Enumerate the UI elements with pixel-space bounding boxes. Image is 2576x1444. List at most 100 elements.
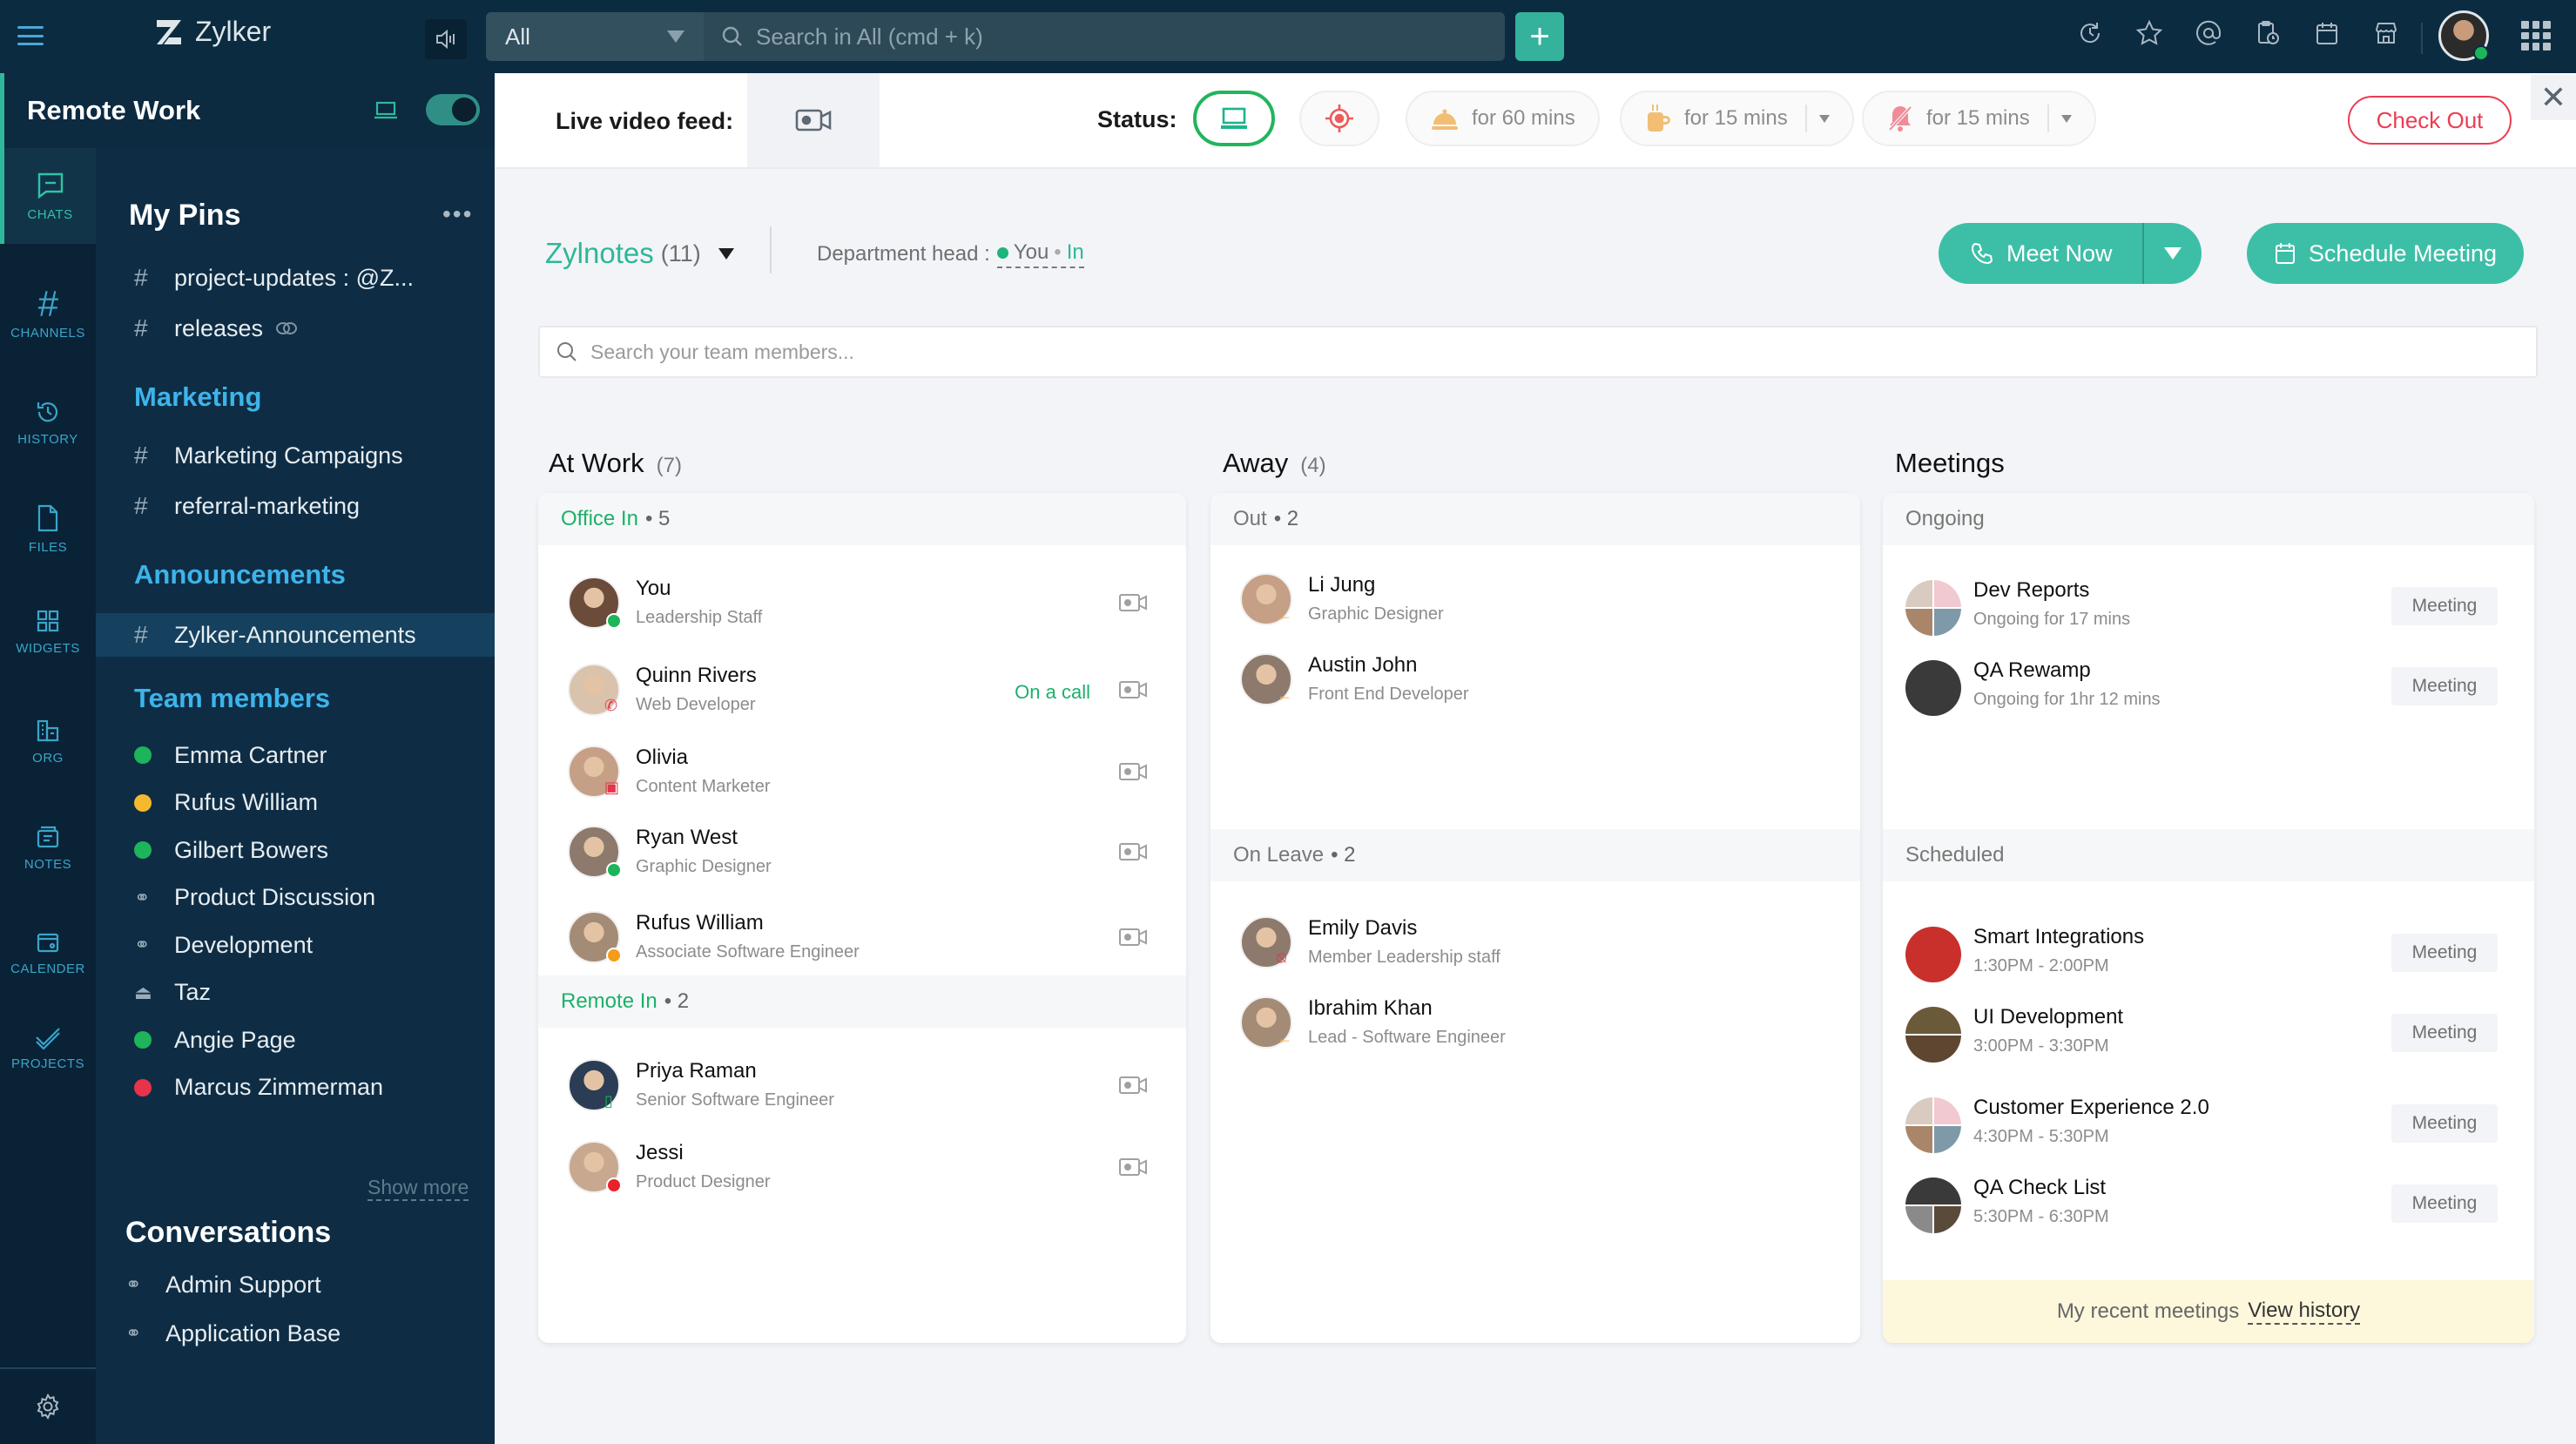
- meet-now-main[interactable]: Meet Now: [1939, 223, 2142, 284]
- person-row[interactable]: ← Ibrahim Khan Lead - Software Engineer: [1210, 988, 1860, 1057]
- star-icon[interactable]: [2132, 16, 2167, 51]
- conversation-item[interactable]: ⚭ Application Base: [125, 1312, 486, 1355]
- meeting-row[interactable]: QA Check List 5:30PM - 6:30PM Meeting: [1883, 1171, 2534, 1240]
- add-button[interactable]: +: [1515, 12, 1564, 61]
- meeting-row[interactable]: UI Development 3:00PM - 3:30PM Meeting: [1883, 1000, 2534, 1070]
- person-row[interactable]: ▣ Olivia Content Marketer: [538, 737, 1186, 806]
- person-row[interactable]: Jessi Product Designer: [538, 1132, 1186, 1202]
- pin-item[interactable]: # project-updates : @Z...: [134, 256, 495, 300]
- dept-head-value[interactable]: You • In: [996, 240, 1084, 268]
- channel-item-selected[interactable]: # Zylker-Announcements: [96, 613, 495, 657]
- section-announcements[interactable]: Announcements: [134, 559, 346, 590]
- clipboard-clock-icon[interactable]: [2250, 16, 2285, 51]
- status-focus[interactable]: [1299, 91, 1379, 146]
- pin-item[interactable]: # releases: [134, 307, 495, 350]
- rail-item-notes[interactable]: NOTES: [0, 800, 96, 895]
- status-do-not-disturb[interactable]: for 15 mins: [1862, 91, 2096, 146]
- speaker-button[interactable]: [425, 19, 467, 59]
- show-more-link[interactable]: Show more: [368, 1176, 469, 1201]
- meeting-row[interactable]: Smart Integrations 1:30PM - 2:00PM Meeting: [1883, 920, 2534, 989]
- team-member-item[interactable]: Gilbert Bowers: [134, 828, 495, 872]
- join-meeting-button[interactable]: Meeting: [2391, 667, 2498, 705]
- section-team-members[interactable]: Team members: [134, 683, 330, 714]
- meeting-row[interactable]: QA Rewamp Ongoing for 1hr 12 mins Meeting: [1883, 653, 2534, 723]
- check-out-button[interactable]: Check Out: [2348, 96, 2512, 145]
- team-member-item[interactable]: Angie Page: [134, 1018, 495, 1062]
- person-row[interactable]: ← Li Jung Graphic Designer: [1210, 564, 1860, 634]
- live-video-button[interactable]: [747, 73, 880, 167]
- remote-work-toggle[interactable]: [426, 94, 480, 125]
- history-icon[interactable]: [2073, 16, 2107, 51]
- settings-button[interactable]: [0, 1367, 96, 1444]
- rail-item-projects[interactable]: PROJECTS: [0, 1000, 96, 1096]
- join-meeting-button[interactable]: Meeting: [2391, 934, 2498, 972]
- close-icon[interactable]: ✕: [2531, 75, 2576, 120]
- video-call-button[interactable]: [1118, 1075, 1148, 1100]
- laptop-icon[interactable]: [374, 101, 398, 120]
- team-search-input[interactable]: [590, 340, 2506, 364]
- person-role: Graphic Designer: [636, 857, 772, 876]
- search-scope-select[interactable]: All: [486, 12, 704, 61]
- video-call-button[interactable]: [1118, 592, 1148, 617]
- global-search-input[interactable]: [756, 23, 1453, 51]
- team-member-item[interactable]: Rufus William: [134, 781, 495, 825]
- team-selector[interactable]: Zylnotes (11): [545, 237, 734, 270]
- section-marketing[interactable]: Marketing: [134, 381, 261, 413]
- global-search[interactable]: [704, 12, 1505, 61]
- team-search[interactable]: [538, 326, 2538, 378]
- rail-item-calender[interactable]: CALENDER: [0, 904, 96, 1000]
- video-call-button[interactable]: [1118, 927, 1148, 952]
- menu-icon[interactable]: [17, 23, 44, 49]
- more-options-icon[interactable]: •••: [442, 200, 473, 228]
- person-role: Front End Developer: [1308, 685, 1469, 704]
- team-member-item[interactable]: ⚭ Product Discussion: [134, 876, 495, 920]
- person-row[interactable]: You Leadership Staff: [538, 568, 1186, 638]
- meet-now-dropdown[interactable]: [2142, 223, 2202, 284]
- person-role: Content Marketer: [636, 777, 771, 796]
- team-member-item[interactable]: ⚭ Development: [134, 923, 495, 967]
- video-call-button[interactable]: [1118, 841, 1148, 867]
- projects-icon: [36, 1027, 60, 1049]
- person-row[interactable]: ▯ Priya Raman Senior Software Engineer: [538, 1050, 1186, 1120]
- meeting-row[interactable]: Customer Experience 2.0 4:30PM - 5:30PM Me…: [1883, 1090, 2534, 1160]
- person-row[interactable]: Ryan West Graphic Designer: [538, 817, 1186, 887]
- calendar-icon[interactable]: [2310, 16, 2344, 51]
- video-call-button[interactable]: [1118, 679, 1148, 705]
- store-icon[interactable]: [2369, 16, 2404, 51]
- chevron-down-icon[interactable]: [2060, 114, 2072, 123]
- team-member-item[interactable]: Emma Cartner: [134, 733, 495, 777]
- out-status-icon: ←: [1277, 1029, 1292, 1047]
- channel-item[interactable]: # referral-marketing: [134, 484, 495, 528]
- rail-item-widgets[interactable]: WIDGETS: [0, 584, 96, 679]
- person-row[interactable]: ⍉ Emily Davis Member Leadership staff: [1210, 908, 1860, 977]
- mention-icon[interactable]: [2191, 16, 2226, 51]
- person-row[interactable]: ✆ Quinn Rivers Web Developer On a call: [538, 655, 1186, 725]
- app-grid-icon[interactable]: [2521, 21, 2551, 51]
- join-meeting-button[interactable]: Meeting: [2391, 1014, 2498, 1052]
- at-work-card: Office In • 5 You Leadership Staff ✆ Quinn …: [538, 493, 1186, 1343]
- rail-item-chats[interactable]: CHATS: [0, 148, 96, 244]
- video-call-button[interactable]: [1118, 761, 1148, 786]
- team-member-item[interactable]: ⏏ Taz: [134, 971, 495, 1015]
- status-in-office[interactable]: [1193, 91, 1275, 146]
- rail-item-history[interactable]: HISTORY: [0, 374, 96, 470]
- conversation-item[interactable]: ⚭ Admin Support: [125, 1263, 486, 1306]
- team-member-item[interactable]: Marcus Zimmerman: [134, 1066, 495, 1110]
- view-history-link[interactable]: View history: [2248, 1299, 2361, 1325]
- status-break[interactable]: for 15 mins: [1620, 91, 1854, 146]
- meet-now-button[interactable]: Meet Now: [1939, 223, 2202, 284]
- join-meeting-button[interactable]: Meeting: [2391, 1104, 2498, 1143]
- rail-item-channels[interactable]: # CHANNELS: [0, 267, 96, 362]
- schedule-meeting-button[interactable]: Schedule Meeting: [2247, 223, 2524, 284]
- meeting-row[interactable]: Dev Reports Ongoing for 17 mins Meeting: [1883, 573, 2534, 643]
- person-row[interactable]: ← Austin John Front End Developer: [1210, 644, 1860, 714]
- rail-item-files[interactable]: FILES: [0, 481, 96, 577]
- join-meeting-button[interactable]: Meeting: [2391, 587, 2498, 625]
- join-meeting-button[interactable]: Meeting: [2391, 1184, 2498, 1223]
- chevron-down-icon[interactable]: [1818, 114, 1830, 123]
- person-row[interactable]: Rufus William Associate Software Engineer: [538, 902, 1186, 972]
- rail-item-org[interactable]: ORG: [0, 693, 96, 789]
- status-lunch[interactable]: for 60 mins: [1406, 91, 1600, 146]
- channel-item[interactable]: # Marketing Campaigns: [134, 434, 495, 477]
- video-call-button[interactable]: [1118, 1157, 1148, 1182]
